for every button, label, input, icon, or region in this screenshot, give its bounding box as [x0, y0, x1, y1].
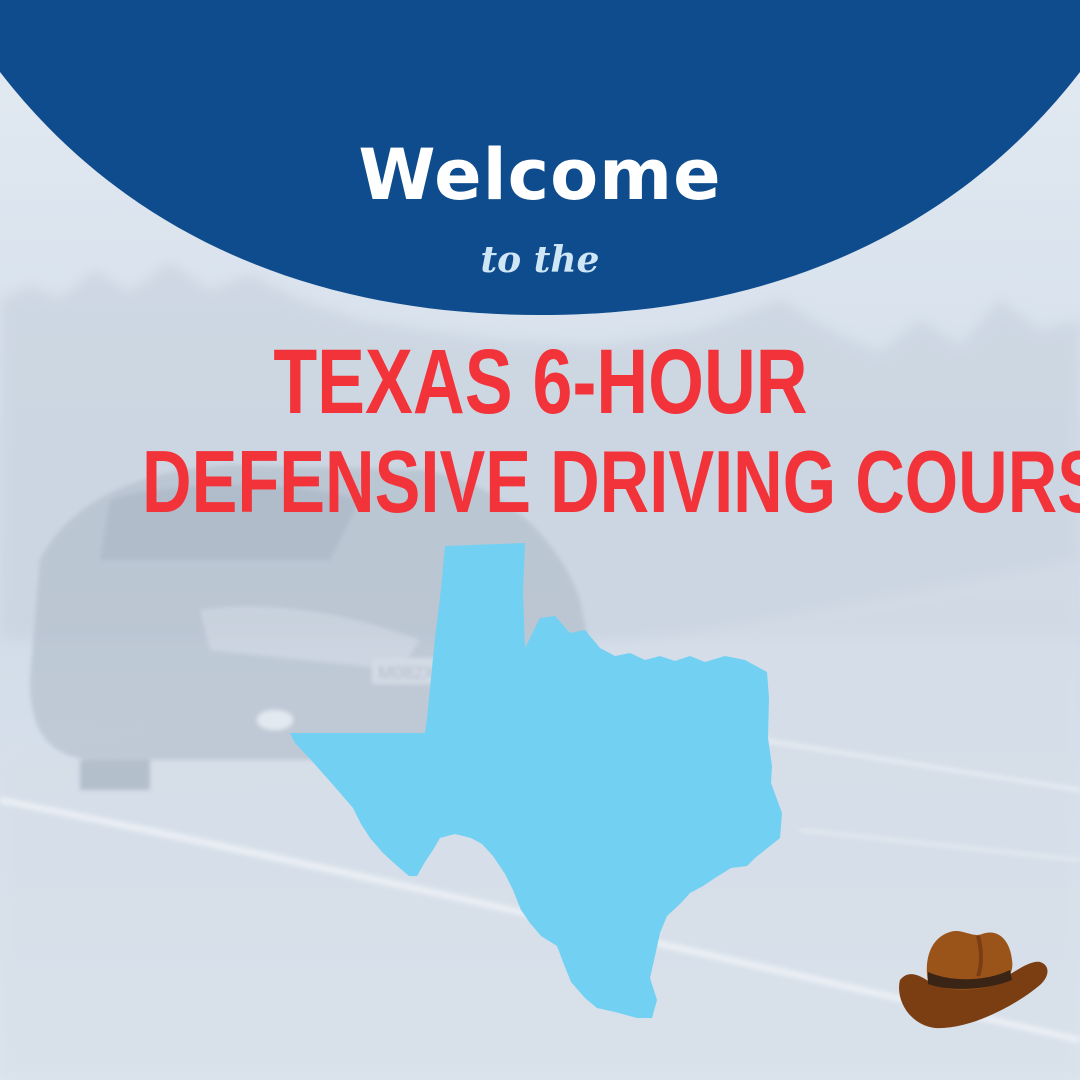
texas-map-icon	[290, 543, 782, 1018]
headline-line-2: DEFENSIVE DRIVING COURSE	[0, 438, 1080, 526]
welcome-graphic: M082X Welcome to the TEXAS 6-HOUR DEFENS…	[0, 0, 1080, 1080]
welcome-heading: Welcome	[358, 134, 722, 216]
headline-line-1: TEXAS 6-HOUR	[0, 336, 1080, 428]
headline-line-1-text: TEXAS 6-HOUR	[272, 331, 808, 433]
cowboy-hat-icon	[899, 931, 1048, 1029]
headline-line-2-text: DEFENSIVE DRIVING COURSE	[141, 432, 1080, 531]
to-the-subtitle: to the	[480, 239, 600, 281]
